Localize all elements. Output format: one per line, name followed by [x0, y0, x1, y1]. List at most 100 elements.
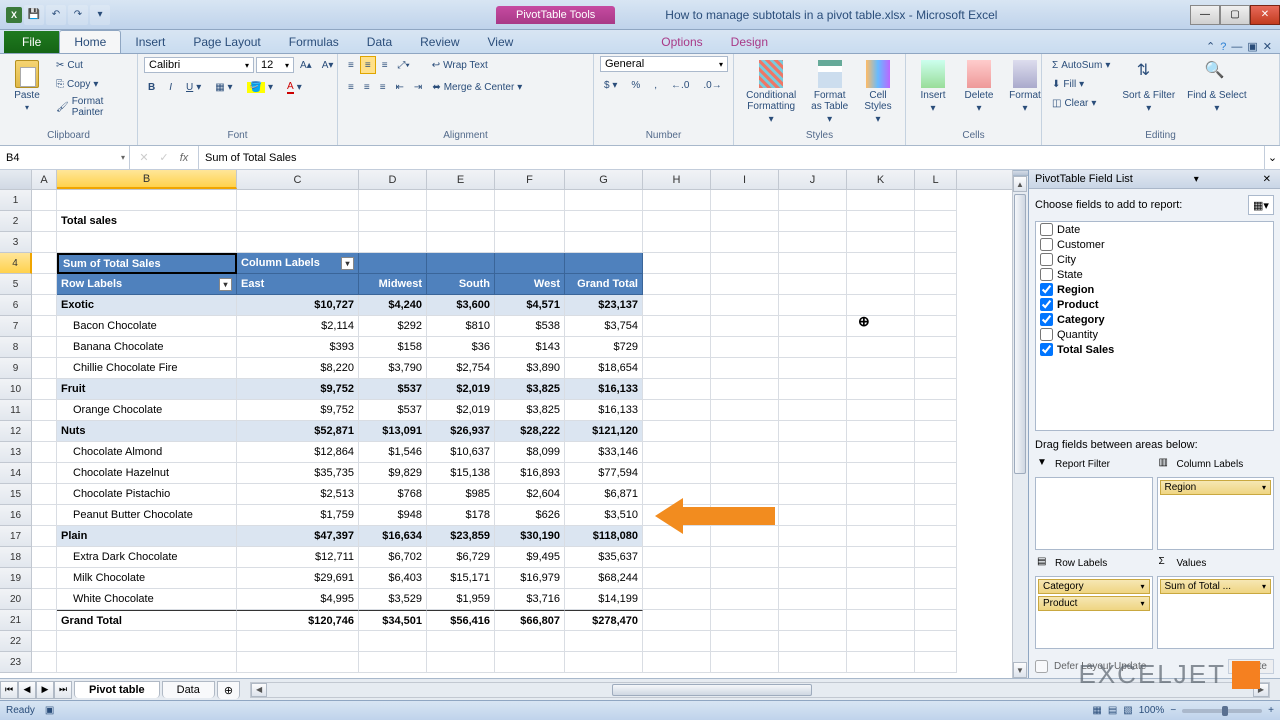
- cell[interactable]: $6,403: [359, 568, 427, 589]
- column-header-C[interactable]: C: [237, 170, 359, 189]
- cell[interactable]: [711, 253, 779, 274]
- cell[interactable]: [643, 337, 711, 358]
- decrease-decimal-icon[interactable]: .0→: [699, 76, 725, 94]
- cell[interactable]: [779, 547, 847, 568]
- row-header[interactable]: 11: [0, 400, 32, 421]
- cell[interactable]: [565, 232, 643, 253]
- cell[interactable]: [779, 274, 847, 295]
- expand-formula-bar-icon[interactable]: ⌄: [1264, 146, 1280, 169]
- area-field[interactable]: Category▾: [1038, 579, 1150, 594]
- cell[interactable]: [32, 652, 57, 673]
- view-page-layout-icon[interactable]: ▤: [1108, 705, 1117, 716]
- cell[interactable]: Chillie Chocolate Fire: [57, 358, 237, 379]
- align-right-icon[interactable]: ≡: [376, 78, 390, 96]
- cell[interactable]: [847, 505, 915, 526]
- copy-button[interactable]: ⎘Copy ▾: [52, 75, 131, 93]
- tab-insert[interactable]: Insert: [121, 31, 179, 53]
- cell[interactable]: [643, 505, 711, 526]
- cell[interactable]: [711, 337, 779, 358]
- cell[interactable]: [779, 526, 847, 547]
- cell[interactable]: [847, 463, 915, 484]
- field-checkbox[interactable]: [1040, 223, 1053, 236]
- cell[interactable]: [32, 484, 57, 505]
- cell[interactable]: [565, 190, 643, 211]
- cell[interactable]: [915, 190, 957, 211]
- row-header[interactable]: 23: [0, 652, 32, 673]
- tab-design[interactable]: Design: [717, 31, 782, 53]
- cell[interactable]: Extra Dark Chocolate: [57, 547, 237, 568]
- cell[interactable]: [915, 463, 957, 484]
- cell[interactable]: [32, 190, 57, 211]
- cell[interactable]: [915, 295, 957, 316]
- delete-cells-button[interactable]: Delete▾: [958, 56, 1000, 118]
- cell[interactable]: [711, 631, 779, 652]
- cell[interactable]: $10,637: [427, 442, 495, 463]
- cell[interactable]: [643, 421, 711, 442]
- cell[interactable]: [32, 274, 57, 295]
- field-checkbox[interactable]: [1040, 343, 1053, 356]
- increase-font-icon[interactable]: A▴: [296, 56, 316, 74]
- cell[interactable]: Grand Total: [565, 274, 643, 295]
- cell[interactable]: $47,397: [237, 526, 359, 547]
- field-checkbox[interactable]: [1040, 268, 1053, 281]
- cell[interactable]: Bacon Chocolate: [57, 316, 237, 337]
- cell[interactable]: $23,859: [427, 526, 495, 547]
- column-header-B[interactable]: B: [57, 170, 237, 189]
- cell[interactable]: $12,711: [237, 547, 359, 568]
- cell[interactable]: $16,133: [565, 400, 643, 421]
- row-filter-icon[interactable]: ▾: [219, 278, 232, 291]
- cell[interactable]: $6,702: [359, 547, 427, 568]
- new-sheet-button[interactable]: ⊕: [217, 681, 240, 699]
- increase-indent-icon[interactable]: ⇥: [410, 78, 426, 96]
- clear-button[interactable]: ◫Clear ▾: [1048, 94, 1114, 112]
- undo-button[interactable]: ↶: [46, 5, 66, 25]
- cell[interactable]: $6,871: [565, 484, 643, 505]
- fill-color-button[interactable]: 🪣▾: [243, 78, 277, 96]
- sheet-nav-last-icon[interactable]: ⏭: [54, 681, 72, 699]
- cell[interactable]: [847, 652, 915, 673]
- cell[interactable]: Row Labels ▾: [57, 274, 237, 295]
- cell[interactable]: [359, 652, 427, 673]
- cell[interactable]: $3,510: [565, 505, 643, 526]
- cell[interactable]: [779, 463, 847, 484]
- cell[interactable]: [711, 547, 779, 568]
- column-header-D[interactable]: D: [359, 170, 427, 189]
- cell[interactable]: [779, 190, 847, 211]
- cell[interactable]: $36: [427, 337, 495, 358]
- column-header-K[interactable]: K: [847, 170, 915, 189]
- cell[interactable]: [237, 652, 359, 673]
- cell[interactable]: [427, 652, 495, 673]
- view-normal-icon[interactable]: ▦: [1092, 705, 1101, 716]
- field-customer[interactable]: Customer: [1036, 237, 1273, 252]
- cell[interactable]: [915, 358, 957, 379]
- row-header[interactable]: 8: [0, 337, 32, 358]
- cell[interactable]: [495, 631, 565, 652]
- cell[interactable]: [711, 505, 779, 526]
- format-cells-button[interactable]: Format▾: [1004, 56, 1046, 118]
- select-all-corner[interactable]: [0, 170, 32, 189]
- percent-format-icon[interactable]: %: [627, 76, 644, 94]
- cell[interactable]: [847, 400, 915, 421]
- cell[interactable]: [847, 337, 915, 358]
- cell[interactable]: [847, 316, 915, 337]
- row-header[interactable]: 16: [0, 505, 32, 526]
- cell[interactable]: [847, 274, 915, 295]
- cell[interactable]: [427, 232, 495, 253]
- cell[interactable]: [779, 379, 847, 400]
- cell[interactable]: [711, 316, 779, 337]
- zoom-in-icon[interactable]: +: [1268, 705, 1274, 716]
- cell[interactable]: Grand Total: [57, 610, 237, 631]
- cell[interactable]: [565, 211, 643, 232]
- cell[interactable]: [779, 316, 847, 337]
- field-checkbox[interactable]: [1040, 328, 1053, 341]
- cell[interactable]: [915, 253, 957, 274]
- cell[interactable]: $13,091: [359, 421, 427, 442]
- cell[interactable]: [711, 274, 779, 295]
- report-filter-area[interactable]: [1035, 477, 1153, 550]
- cell[interactable]: [711, 484, 779, 505]
- cell[interactable]: [427, 631, 495, 652]
- cell[interactable]: [847, 484, 915, 505]
- cell[interactable]: $56,416: [427, 610, 495, 631]
- cell[interactable]: $278,470: [565, 610, 643, 631]
- cell[interactable]: $35,735: [237, 463, 359, 484]
